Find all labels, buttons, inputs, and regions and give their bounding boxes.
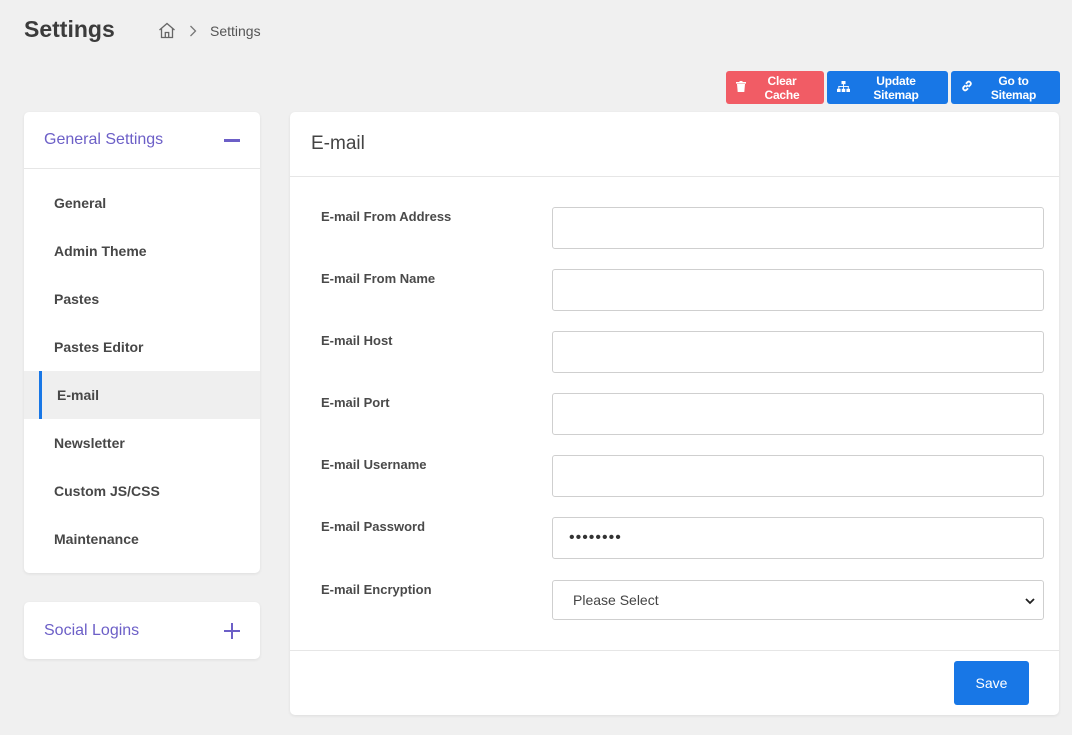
port-input[interactable] <box>552 393 1044 435</box>
from-address-input[interactable] <box>552 207 1044 249</box>
page-title: Settings <box>24 16 115 42</box>
minus-icon[interactable] <box>224 132 240 148</box>
link-icon <box>961 80 973 95</box>
general-settings-menu: General Admin Theme Pastes Pastes Editor… <box>24 169 260 563</box>
social-logins-header[interactable]: Social Logins <box>24 602 260 659</box>
go-to-sitemap-button[interactable]: Go to Sitemap <box>951 71 1060 104</box>
from-name-input[interactable] <box>552 269 1044 311</box>
save-button[interactable]: Save <box>954 661 1029 705</box>
host-input[interactable] <box>552 331 1044 373</box>
sidebar-item-general[interactable]: General <box>24 179 260 227</box>
sitemap-icon <box>837 80 850 95</box>
action-bar: Clear Cache Update Sitemap Go to Sitemap <box>726 71 1060 104</box>
sidebar-item-maintenance[interactable]: Maintenance <box>24 515 260 563</box>
clear-cache-label: Clear Cache <box>764 73 800 102</box>
sidebar-item-custom-js-css[interactable]: Custom JS/CSS <box>24 467 260 515</box>
from-address-label: E-mail From Address <box>321 209 452 224</box>
plus-icon[interactable] <box>224 622 240 639</box>
password-label: E-mail Password <box>321 519 426 534</box>
sidebar-item-pastes[interactable]: Pastes <box>24 275 260 323</box>
sidebar-item-admin-theme[interactable]: Admin Theme <box>24 227 260 275</box>
chevron-down-icon <box>1025 592 1035 608</box>
from-name-label: E-mail From Name <box>321 271 436 286</box>
encryption-label: E-mail Encryption <box>321 582 432 597</box>
update-sitemap-label: Update Sitemap <box>873 73 919 102</box>
general-settings-title: General Settings <box>44 131 164 148</box>
general-settings-panel: General Settings General Admin Theme Pas… <box>24 112 260 573</box>
username-input[interactable] <box>552 455 1044 497</box>
host-label: E-mail Host <box>321 333 393 348</box>
sidebar-item-email[interactable]: E-mail <box>24 371 260 419</box>
social-logins-title: Social Logins <box>44 621 140 639</box>
clear-cache-button[interactable]: Clear Cache <box>726 71 824 104</box>
encryption-select[interactable]: Please Select <box>552 580 1044 620</box>
breadcrumb-current: Settings <box>210 22 261 39</box>
chevron-right-icon <box>186 24 200 38</box>
trash-icon <box>736 80 746 95</box>
port-label: E-mail Port <box>321 395 390 410</box>
username-label: E-mail Username <box>321 457 427 472</box>
update-sitemap-button[interactable]: Update Sitemap <box>827 71 948 104</box>
home-icon[interactable] <box>158 22 176 39</box>
form-footer-divider <box>290 650 1059 651</box>
sidebar-item-pastes-editor[interactable]: Pastes Editor <box>24 323 260 371</box>
email-settings-card: E-mail E-mail From Address E-mail From N… <box>290 112 1059 715</box>
email-settings-title: E-mail <box>290 112 1059 177</box>
password-input[interactable] <box>552 517 1044 559</box>
social-logins-panel: Social Logins <box>24 602 260 659</box>
general-settings-header[interactable]: General Settings <box>24 112 260 169</box>
sidebar-item-newsletter[interactable]: Newsletter <box>24 419 260 467</box>
go-to-sitemap-label: Go to Sitemap <box>990 73 1037 102</box>
encryption-selected-value: Please Select <box>573 592 659 608</box>
breadcrumb: Settings <box>158 22 261 39</box>
